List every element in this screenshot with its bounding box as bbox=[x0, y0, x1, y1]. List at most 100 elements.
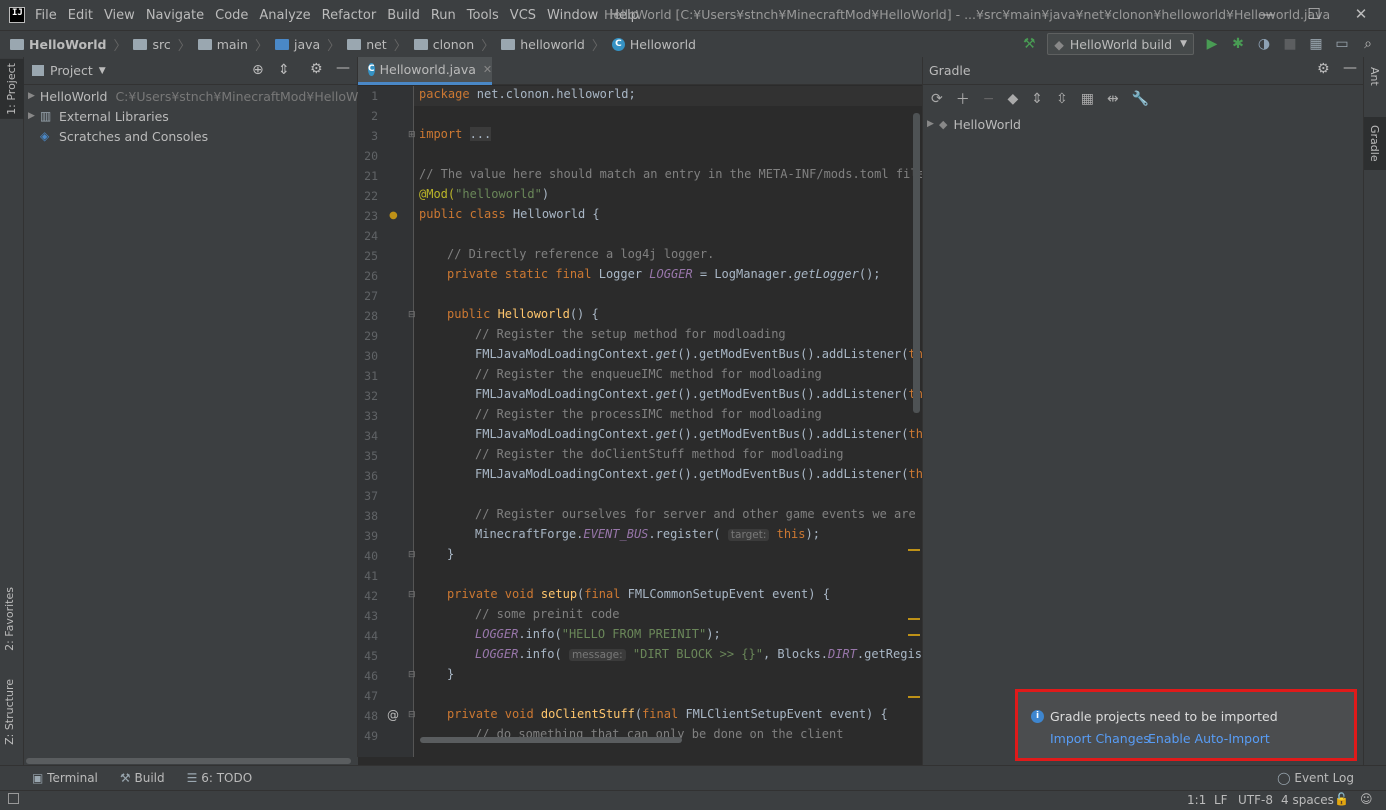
bulb-icon[interactable]: ● bbox=[389, 210, 398, 221]
breadcrumb-helloworld[interactable]: HelloWorld bbox=[29, 37, 106, 52]
tab-helloworld-java[interactable]: C Helloworld.java ✕ bbox=[358, 57, 492, 85]
menu-view[interactable]: View bbox=[104, 8, 135, 23]
tab-gradle[interactable]: Gradle bbox=[1364, 117, 1386, 170]
hide-icon[interactable]: — bbox=[1343, 60, 1357, 76]
gradle-tree-item[interactable]: ▶ ◆ HelloWorld bbox=[923, 114, 1363, 134]
add-icon[interactable]: ＋ bbox=[956, 89, 970, 109]
chevron-down-icon[interactable]: ▼ bbox=[99, 66, 106, 76]
menu-navigate[interactable]: Navigate bbox=[146, 8, 204, 23]
tree-item-external-libraries[interactable]: ▶ ▥ External Libraries bbox=[28, 106, 357, 126]
libraries-icon: ▥ bbox=[40, 109, 52, 123]
enable-auto-import-link[interactable]: Enable Auto-Import bbox=[1148, 731, 1270, 746]
override-at-icon[interactable]: @ bbox=[387, 708, 399, 722]
breadcrumb-src[interactable]: src bbox=[152, 37, 170, 52]
expand-arrow-icon[interactable]: ▶ bbox=[28, 91, 35, 101]
horizontal-scrollbar[interactable] bbox=[24, 757, 358, 765]
menu-build[interactable]: Build bbox=[387, 8, 420, 23]
stop-icon[interactable]: ■ bbox=[1282, 36, 1298, 52]
line-separator[interactable]: LF bbox=[1214, 793, 1228, 807]
warning-marker[interactable] bbox=[908, 696, 920, 698]
chevron-right-icon: 〉 bbox=[393, 38, 407, 54]
info-icon: i bbox=[1031, 710, 1044, 723]
tree-item-scratches[interactable]: ◈ Scratches and Consoles bbox=[28, 126, 357, 146]
breadcrumb-main[interactable]: main bbox=[217, 37, 248, 52]
run-icon[interactable]: ▶ bbox=[1204, 36, 1220, 52]
warning-marker[interactable] bbox=[908, 634, 920, 636]
menu-vcs[interactable]: VCS bbox=[510, 8, 536, 23]
lock-icon[interactable]: 🔓 bbox=[1334, 792, 1349, 806]
folder-icon bbox=[197, 38, 212, 50]
code-line: // Register ourselves for server and oth… bbox=[475, 507, 922, 521]
horizontal-scrollbar[interactable] bbox=[420, 737, 682, 743]
maximize-button[interactable]: ☐ bbox=[1305, 5, 1323, 23]
file-encoding[interactable]: UTF-8 bbox=[1238, 793, 1273, 807]
caret-position[interactable]: 1:1 bbox=[1187, 793, 1206, 807]
toggle-offline-icon[interactable]: ⇹ bbox=[1107, 91, 1119, 107]
collapse-all-icon[interactable]: ⇳ bbox=[1056, 91, 1068, 107]
menu-edit[interactable]: Edit bbox=[68, 8, 93, 23]
tree-item-path: C:¥Users¥stnch¥MinecraftMod¥HelloWorld bbox=[115, 88, 382, 104]
warning-marker[interactable] bbox=[908, 549, 920, 551]
menu-file[interactable]: File bbox=[35, 8, 57, 23]
tab-ant[interactable]: Ant bbox=[1368, 67, 1381, 86]
breadcrumb-clonon[interactable]: clonon bbox=[433, 37, 475, 52]
breadcrumb-net[interactable]: net bbox=[366, 37, 387, 52]
tree-item-helloworld[interactable]: ▶ HelloWorld C:¥Users¥stnch¥MinecraftMod… bbox=[28, 86, 382, 106]
folder-icon bbox=[501, 38, 516, 50]
execute-task-icon[interactable]: ◆ bbox=[1007, 91, 1018, 107]
remove-icon[interactable]: − bbox=[983, 91, 995, 107]
tab-todo[interactable]: ☰ 6: TODO bbox=[187, 771, 253, 785]
code-area[interactable]: package net.clonon.helloworld; import ..… bbox=[414, 86, 922, 757]
expand-arrow-icon[interactable]: ▶ bbox=[927, 119, 939, 129]
breadcrumb-class[interactable]: Helloworld bbox=[630, 37, 696, 52]
vertical-scrollbar[interactable] bbox=[913, 113, 920, 413]
menu-refactor[interactable]: Refactor bbox=[322, 8, 377, 23]
gradle-panel: Gradle ⚙ — ⟳ ＋ − ◆ ⇕ ⇳ ▦ ⇹ 🔧 ▶ ◆ HelloWo… bbox=[922, 57, 1363, 765]
coverage-icon[interactable]: ◑ bbox=[1256, 36, 1272, 52]
chevron-right-icon: 〉 bbox=[481, 38, 495, 54]
gear-icon[interactable]: ⚙ bbox=[310, 61, 323, 77]
close-icon[interactable]: ✕ bbox=[483, 63, 492, 76]
tab-favorites[interactable]: 2: Favorites bbox=[3, 587, 16, 651]
build-hammer-icon[interactable]: ⚒ bbox=[1021, 36, 1037, 52]
warning-marker[interactable] bbox=[908, 618, 920, 620]
notification-title: Gradle projects need to be imported bbox=[1050, 709, 1278, 724]
gear-icon[interactable]: ⚙ bbox=[1317, 61, 1330, 77]
menu-run[interactable]: Run bbox=[431, 8, 456, 23]
tab-project[interactable]: 1: Project bbox=[0, 59, 24, 119]
tab-event-log[interactable]: ◯ Event Log bbox=[1277, 771, 1354, 785]
menu-analyze[interactable]: Analyze bbox=[259, 8, 310, 23]
run-configuration-select[interactable]: ◆ HelloWorld build ▼ bbox=[1047, 33, 1194, 55]
tab-label: Helloworld.java bbox=[379, 62, 476, 77]
group-modules-icon[interactable]: ▦ bbox=[1081, 91, 1094, 107]
tab-structure[interactable]: Z: Structure bbox=[3, 679, 16, 745]
code-line: // some preinit code bbox=[475, 607, 620, 621]
collapse-all-icon[interactable]: ⇕ bbox=[278, 62, 290, 78]
wrench-icon[interactable]: 🔧 bbox=[1132, 91, 1149, 107]
menu-code[interactable]: Code bbox=[215, 8, 248, 23]
breadcrumb-helloworld-pkg[interactable]: helloworld bbox=[520, 37, 585, 52]
expand-all-icon[interactable]: ⇕ bbox=[1031, 91, 1043, 107]
close-button[interactable]: ✕ bbox=[1352, 5, 1370, 23]
inspector-icon[interactable]: ☺ bbox=[1360, 792, 1373, 806]
search-icon[interactable]: ⌕ bbox=[1360, 36, 1376, 52]
hide-icon[interactable]: — bbox=[336, 60, 350, 76]
import-changes-link[interactable]: Import Changes bbox=[1050, 731, 1150, 746]
locate-icon[interactable]: ⊕ bbox=[252, 62, 264, 78]
minimize-button[interactable]: — bbox=[1258, 5, 1276, 23]
refresh-icon[interactable]: ⟳ bbox=[931, 91, 943, 107]
toggle-tool-windows-icon[interactable] bbox=[8, 793, 19, 804]
menu-window[interactable]: Window bbox=[547, 8, 598, 23]
tab-terminal[interactable]: ▣ Terminal bbox=[32, 771, 98, 785]
tab-build[interactable]: ⚒ Build bbox=[120, 771, 165, 785]
debug-icon[interactable]: ✱ bbox=[1230, 36, 1246, 52]
expand-arrow-icon[interactable]: ▶ bbox=[28, 111, 40, 121]
code-line: package net.clonon.helloworld; bbox=[419, 87, 636, 101]
menu-tools[interactable]: Tools bbox=[467, 8, 499, 23]
indent-setting[interactable]: 4 spaces bbox=[1281, 793, 1334, 807]
code-line: // The value here should match an entry … bbox=[419, 167, 922, 181]
terminal-window-icon[interactable]: ▭ bbox=[1334, 36, 1350, 52]
breadcrumb-java[interactable]: java bbox=[294, 37, 320, 52]
project-structure-icon[interactable]: ▦ bbox=[1308, 36, 1324, 52]
project-panel-title[interactable]: Project bbox=[50, 63, 93, 78]
